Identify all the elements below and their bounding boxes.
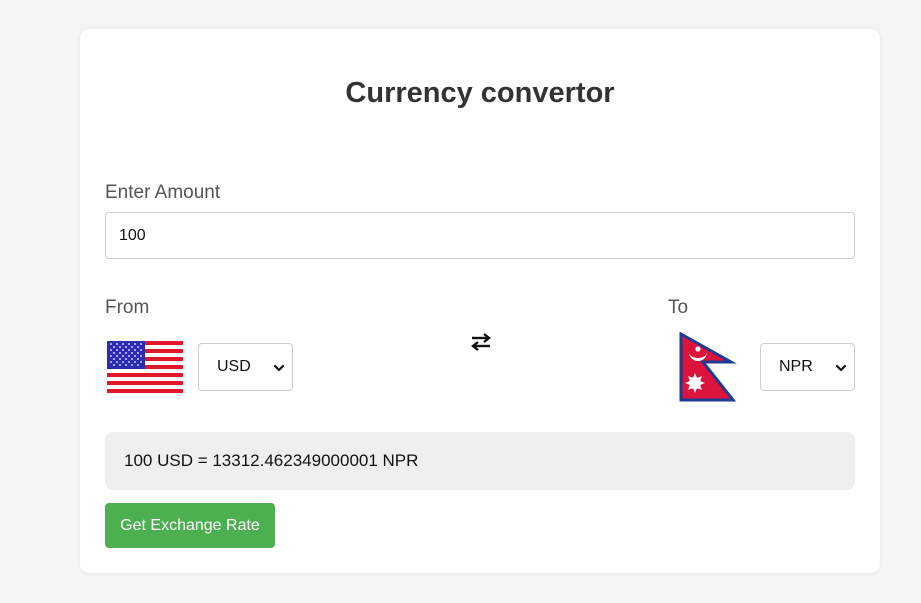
nepal-flag-icon (679, 332, 737, 402)
chevron-down-icon (835, 364, 847, 372)
from-currency-value: USD (217, 358, 251, 375)
page-title: Currency convertor (345, 77, 615, 109)
get-exchange-rate-button[interactable]: Get Exchange Rate (105, 503, 275, 548)
chevron-down-icon (273, 364, 285, 372)
swap-arrows-icon[interactable] (469, 330, 493, 354)
from-label: From (105, 297, 150, 318)
converter-card: Currency convertor Enter Amount From USD (80, 29, 880, 573)
us-flag-icon (107, 341, 183, 393)
to-currency-value: NPR (779, 358, 813, 375)
exchange-result: 100 USD = 13312.462349000001 NPR (105, 432, 855, 490)
exchange-result-text: 100 USD = 13312.462349000001 NPR (124, 451, 419, 470)
from-currency-select[interactable]: USD (198, 343, 293, 391)
amount-input[interactable] (105, 212, 855, 259)
amount-label: Enter Amount (105, 182, 221, 203)
to-currency-select[interactable]: NPR (760, 343, 855, 391)
to-label: To (668, 297, 689, 318)
